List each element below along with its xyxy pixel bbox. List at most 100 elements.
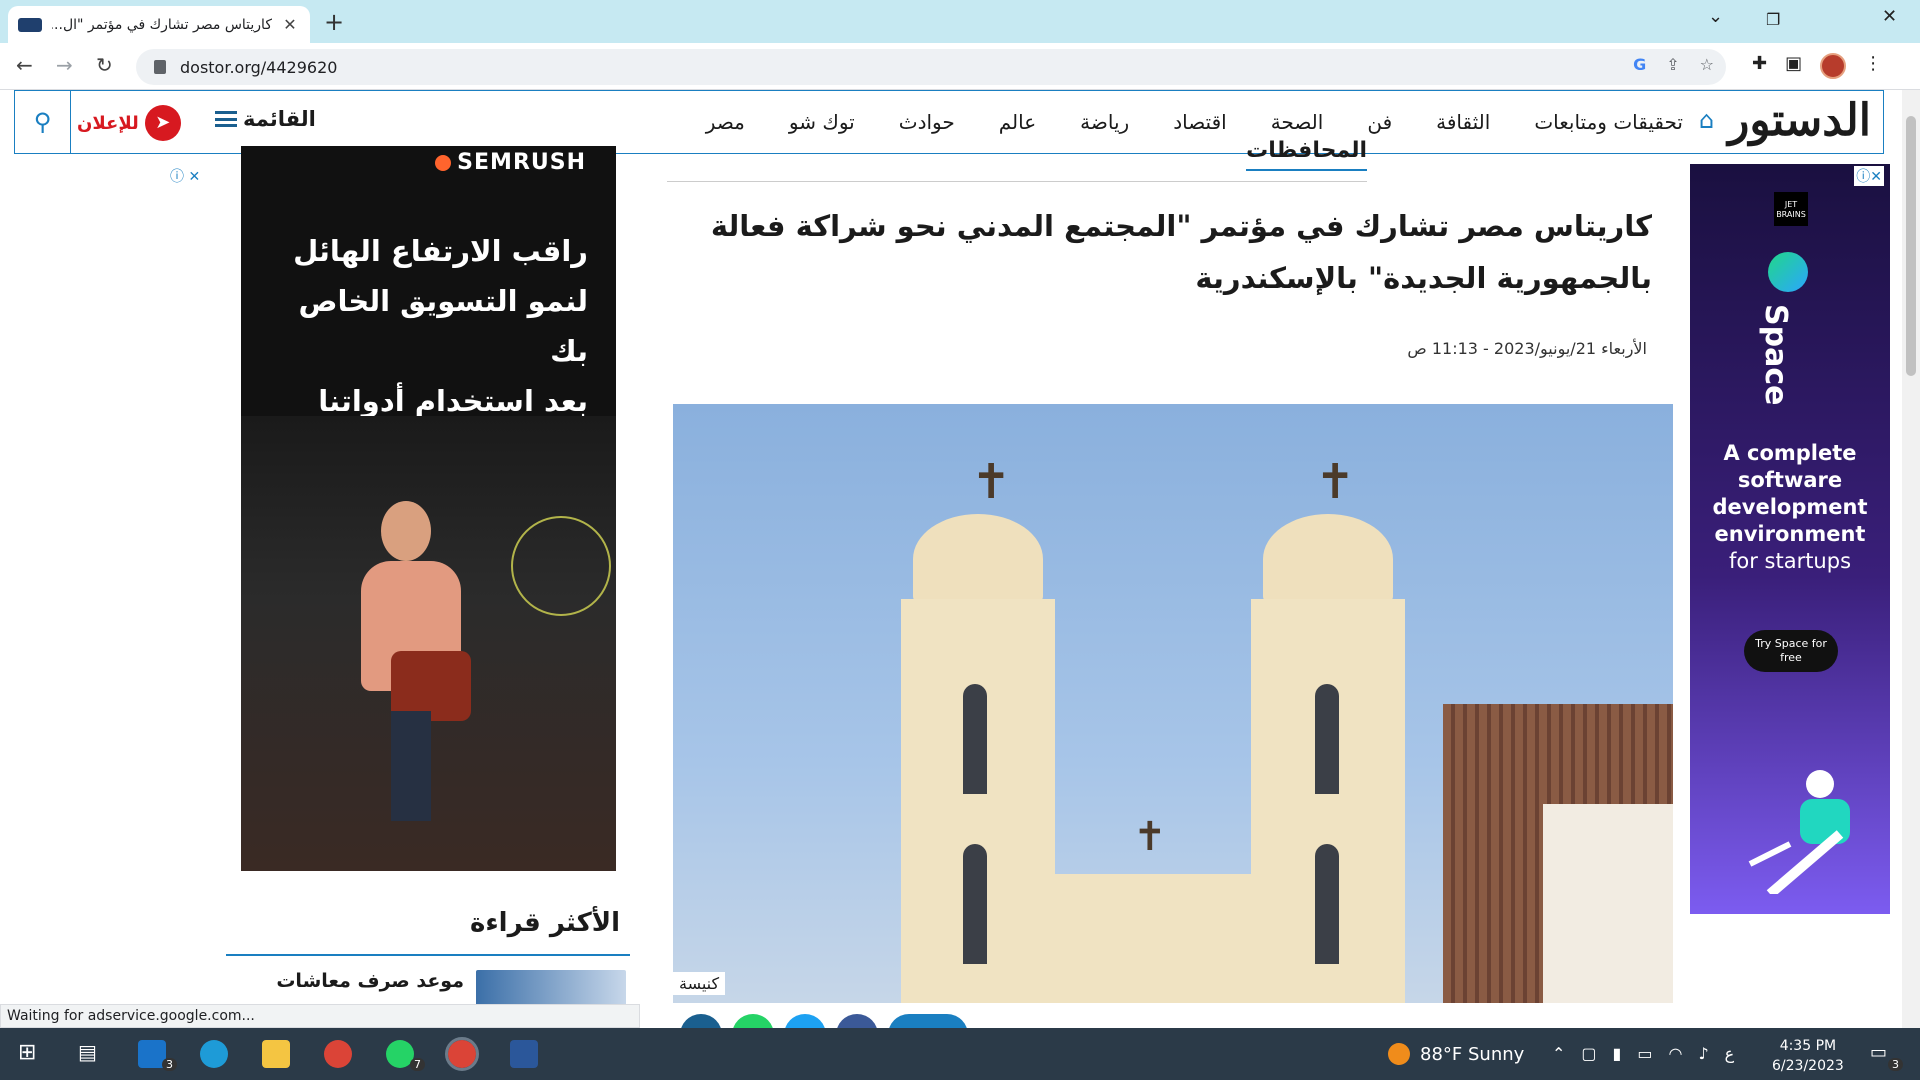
chrome-app-icon[interactable] [324,1040,352,1068]
task-view-icon[interactable]: ▤ [78,1040,106,1068]
right-cross-icon: ✝ [1315,454,1356,510]
hamburger-icon [215,111,237,127]
white-wall [1543,804,1673,1003]
try-space-button[interactable]: Try Space for free [1744,630,1838,672]
bookmark-star-icon[interactable]: ☆ [1700,55,1714,74]
ad-illustration [1748,770,1850,894]
share-icon[interactable]: ⇪ [1666,55,1679,74]
right-dome [1263,514,1393,604]
ad-photo [241,416,616,871]
chrome-menu-icon[interactable]: ⋮ [1864,53,1882,79]
ad-copy-line: software [1737,468,1843,492]
nav-item-world[interactable]: عالم [999,110,1036,134]
nav-item-accidents[interactable]: حوادث [899,110,955,134]
scrollbar-thumb[interactable] [1906,116,1916,376]
semrush-ad[interactable]: SEMRUSH راقب الارتفاع الهائل لنمو التسوي… [241,146,616,871]
extensions-icon[interactable]: ✚ [1752,53,1767,79]
page-scrollbar[interactable] [1902,90,1920,1028]
home-icon[interactable]: ⌂ [1699,108,1723,132]
megaphone-icon: ➤ [144,105,181,141]
section-label[interactable]: المحافظات [1246,138,1367,171]
ad-copy: راقب الارتفاع الهائل لنمو التسويق الخاص … [293,234,588,418]
left-cross-icon: ✝ [971,454,1012,510]
ad-copy-line: environment [1714,522,1866,546]
advertise-button[interactable]: للإعلان ➤ [77,105,181,141]
nav-item-sports[interactable]: رياضة [1080,110,1129,134]
input-language[interactable]: ع [1725,1044,1735,1063]
new-tab-icon[interactable]: + [324,8,344,36]
tab-close-icon[interactable]: ✕ [280,15,300,34]
jetbrains-space-ad[interactable]: ⓘ✕ JET BRAINS Space A complete software … [1690,164,1890,914]
section-tag: المحافظات [667,138,1367,182]
semrush-flame-icon [435,155,452,171]
whatsapp-badge: 7 [410,1058,425,1071]
edge-app-icon[interactable] [200,1040,228,1068]
menu-button[interactable]: القائمة [215,107,316,131]
volume-icon[interactable]: ♪ [1698,1044,1708,1063]
woman-figure [351,501,471,821]
ad-copy-line: A complete [1723,441,1857,465]
profile-avatar[interactable] [1820,53,1847,79]
nav-item-economy[interactable]: اقتصاد [1173,110,1227,134]
menu-label: القائمة [243,107,316,131]
back-icon[interactable]: ← [16,53,33,77]
tray-app-icon[interactable]: ▢ [1581,1044,1596,1063]
most-read-header: الأكثر قراءة [226,896,630,956]
browser-tab[interactable]: كاريتاس مصر تشارك في مؤتمر "ال... ✕ [8,6,310,43]
windows-taskbar: ⊞ ▤ 3 7 88°F Sunny ⌃ ▢ ▮ ▭ ◠ ♪ ع 4:35 PM… [0,1028,1920,1080]
most-read-item[interactable]: موعد صرف معاشات [226,966,630,1006]
site-logo[interactable]: الدستور [1728,95,1871,146]
lock-icon [154,60,166,74]
nav-item-investigations[interactable]: تحقيقات ومتابعات [1534,110,1683,134]
forward-icon[interactable]: → [56,53,73,77]
search-button[interactable]: ⚲ [15,91,71,153]
weather-widget[interactable]: 88°F Sunny [1388,1043,1524,1065]
ad-copy-line: development [1712,495,1868,519]
side-panel-icon[interactable]: ▣ [1785,53,1802,79]
mail-badge: 3 [162,1058,177,1071]
battery-icon[interactable]: ▭ [1637,1044,1652,1063]
nav-item-talkshow[interactable]: توك شو [789,110,855,134]
clock-date: 6/23/2023 [1772,1058,1844,1074]
word-app-icon[interactable] [510,1040,538,1068]
wifi-icon[interactable]: ◠ [1668,1044,1682,1063]
search-icon: ⚲ [33,108,52,136]
most-read-title: الأكثر قراءة [470,908,620,938]
weather-text: 88°F Sunny [1420,1043,1525,1065]
nav-item-health[interactable]: الصحة [1271,110,1324,134]
window-restore-icon[interactable]: ❐ [1766,10,1780,29]
ad-close-icon[interactable]: ⓘ✕ [1854,166,1884,186]
system-tray: ⌃ ▢ ▮ ▭ ◠ ♪ ع [1552,1044,1734,1063]
tray-defender-icon[interactable]: ▮ [1613,1044,1622,1063]
chrome-active-app-icon[interactable] [445,1037,479,1071]
site-favicon-icon [18,17,42,32]
notification-icon[interactable]: ▭ [1870,1042,1887,1063]
most-read-thumbnail [476,970,626,1006]
google-lens-icon[interactable]: G [1633,55,1646,74]
browser-toolbar: ← → ↻ dostor.org/4429620 G ⇪ ☆ ✚ ▣ ⋮ [0,43,1920,90]
address-bar[interactable]: dostor.org/4429620 G ⇪ ☆ [136,49,1726,85]
clock-time: 4:35 PM [1779,1038,1837,1054]
most-read-item-title: موعد صرف معاشات [276,970,464,992]
ad-copy-line: for startups [1728,549,1852,573]
reload-icon[interactable]: ↻ [96,53,113,77]
space-wordmark: Space [1758,304,1793,406]
left-dome [913,514,1043,604]
nav-item-egypt[interactable]: مصر [706,110,745,134]
nav-item-art[interactable]: فن [1367,110,1392,134]
taskbar-clock[interactable]: 4:35 PM 6/23/2023 [1772,1036,1844,1076]
ad-choices-icon[interactable]: ⓘ ✕ [170,166,200,186]
file-explorer-icon[interactable] [262,1040,290,1068]
windows-start-icon[interactable]: ⊞ [18,1040,46,1068]
notification-badge: 3 [1888,1058,1903,1071]
space-logo-icon [1768,252,1808,292]
ad-right-copy: A complete software development environm… [1700,440,1880,575]
center-cross-icon: ✝ [1133,814,1167,860]
article-date: الأربعاء 21/يونيو/2023 - 11:13 ص [1407,339,1647,358]
tray-chevron-icon[interactable]: ⌃ [1552,1044,1565,1063]
nav-item-culture[interactable]: الثقافة [1436,110,1490,134]
tab-search-icon[interactable]: ⌄ [1708,6,1723,27]
semrush-logo: SEMRUSH [435,150,586,175]
window-close-icon[interactable]: ✕ [1882,6,1897,27]
tab-title: كاريتاس مصر تشارك في مؤتمر "ال... [52,16,272,33]
